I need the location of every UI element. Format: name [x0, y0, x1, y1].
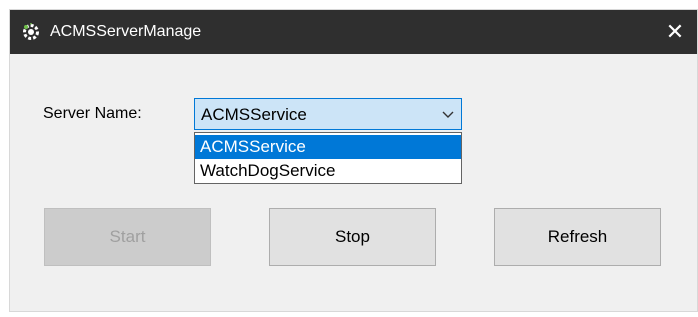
dropdown-option-watchdogservice[interactable]: WatchDogService — [195, 159, 461, 183]
chevron-down-icon[interactable] — [441, 108, 455, 120]
refresh-button[interactable]: Refresh — [494, 208, 661, 266]
gear-icon — [22, 23, 40, 41]
server-name-label: Server Name: — [43, 105, 142, 122]
start-button[interactable]: Start — [44, 208, 211, 266]
dropdown-option-acmsservice[interactable]: ACMSService — [195, 135, 461, 159]
close-icon[interactable]: ✕ — [666, 19, 684, 44]
app-window: ACMSServerManage ✕ Server Name: ACMSServ… — [9, 9, 698, 312]
close-button[interactable]: ✕ — [653, 10, 697, 54]
server-name-dropdown-list: ACMSService WatchDogService — [194, 132, 462, 184]
server-name-combobox[interactable]: ACMSService — [194, 98, 462, 130]
window-title: ACMSServerManage — [50, 23, 202, 40]
combobox-selected-value: ACMSService — [201, 105, 307, 124]
title-bar[interactable]: ACMSServerManage ✕ — [10, 10, 697, 54]
stop-button[interactable]: Stop — [269, 208, 436, 266]
